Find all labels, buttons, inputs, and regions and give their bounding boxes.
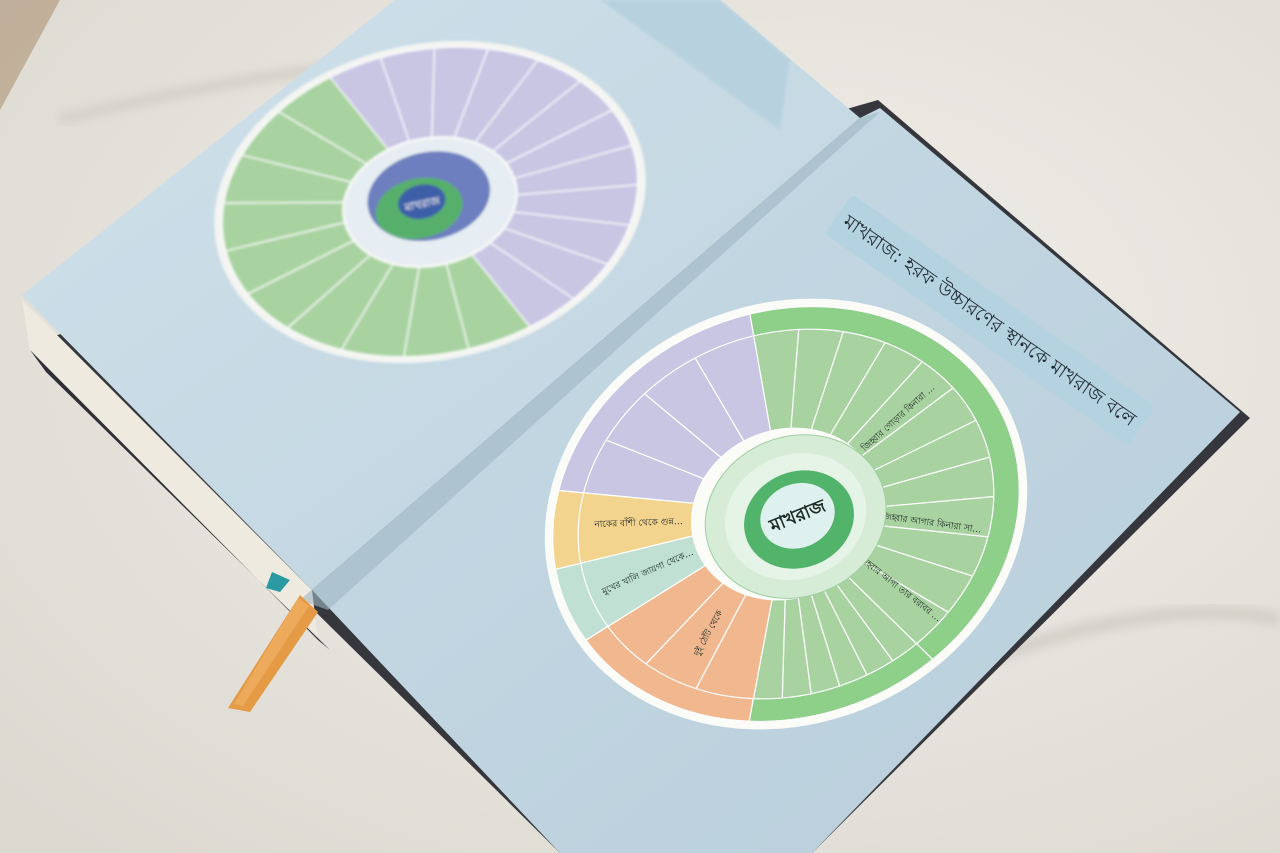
book-photo: মাখরাজ: হরফ উচ্চারণের স্থানকে মাখরাজ বলে… [0,0,1280,853]
